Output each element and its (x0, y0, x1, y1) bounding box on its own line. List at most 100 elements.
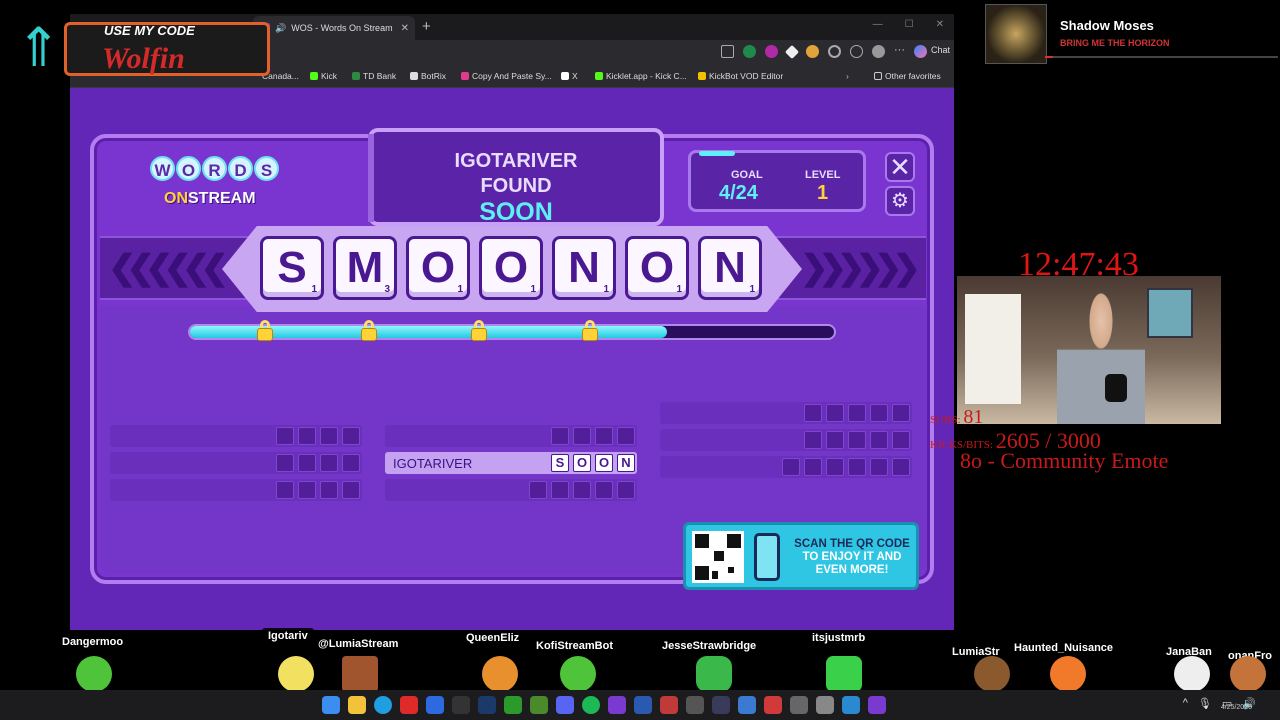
letter-tile: O1 (479, 236, 543, 300)
copy-paste-icon (461, 72, 469, 80)
qr-code-icon (692, 531, 744, 583)
edge-icon[interactable] (374, 696, 392, 714)
level-value: 1 (817, 182, 829, 204)
obs-icon[interactable] (712, 696, 730, 714)
code-label: USE MY CODE (104, 23, 195, 38)
taskbar-apps (322, 696, 886, 714)
app-icon[interactable] (816, 696, 834, 714)
tab-wos[interactable]: W 🔊 WOS - Words On Stream ✕ (253, 16, 415, 40)
taskbar-date: 4/25/2026 (1220, 704, 1252, 711)
found-word: SOON (479, 198, 553, 226)
found-word-user: IGOTARIVER (393, 456, 473, 471)
word-slot (660, 456, 912, 478)
app-icon[interactable] (634, 696, 652, 714)
extension-icon[interactable] (806, 45, 819, 58)
discord-icon[interactable] (556, 696, 574, 714)
word-slot (110, 452, 362, 474)
bookmark-item[interactable]: Copy And Paste Sy... (461, 71, 552, 81)
now-playing-artist: BRING ME THE HORIZON (1060, 38, 1170, 48)
microphone-icon (1105, 374, 1127, 402)
letter-tile: S1 (260, 236, 324, 300)
app-icon[interactable] (426, 696, 444, 714)
word-slot (110, 425, 362, 447)
app-icon[interactable] (868, 696, 886, 714)
hedgehog-avatar-icon (974, 656, 1010, 692)
bookmark-item[interactable]: X (561, 71, 578, 81)
kick-icon (310, 72, 318, 80)
found-word-slot: IGOTARIVER S O O N (385, 452, 637, 474)
letter-tile: N1 (552, 236, 616, 300)
extension-icon[interactable] (743, 45, 756, 58)
app-icon[interactable] (660, 696, 678, 714)
botrix-icon (410, 72, 418, 80)
vivaldi-icon[interactable] (400, 696, 418, 714)
favorites-icon[interactable] (850, 45, 863, 58)
bird-avatar-icon (342, 656, 378, 692)
epic-games-icon[interactable] (452, 696, 470, 714)
app-icon[interactable] (608, 696, 626, 714)
bookmark-item[interactable]: Kicklet.app - Kick C... (595, 71, 687, 81)
letter-tile: O1 (625, 236, 689, 300)
fox-avatar-icon (1230, 656, 1266, 692)
maximize-icon[interactable]: ☐ (905, 19, 914, 30)
phone-icon (754, 533, 780, 581)
windows-start-icon[interactable] (322, 696, 340, 714)
star-icon[interactable] (721, 45, 734, 58)
bookmark-item[interactable]: TD Bank (352, 71, 396, 81)
extension-icon[interactable] (784, 44, 800, 59)
window-controls: — ☐ ✕ (873, 19, 944, 30)
word-slot (660, 429, 912, 451)
xbox-icon[interactable] (504, 696, 522, 714)
toolbar-icons: ··· Chat (721, 44, 950, 59)
found-label: FOUND (480, 175, 552, 197)
goal-value: 4/24 (719, 182, 758, 204)
app-icon[interactable] (738, 696, 756, 714)
microphone-tray-icon[interactable]: 🎙 (1198, 697, 1212, 710)
letter-tile: O1 (406, 236, 470, 300)
chevron-up-icon[interactable]: ^ (1183, 697, 1188, 710)
bookmarks-overflow-icon[interactable]: › (846, 71, 849, 81)
word-slot (385, 425, 637, 447)
new-tab-button[interactable]: + (422, 18, 431, 35)
close-game-button[interactable]: ✕ (885, 152, 915, 182)
file-explorer-icon[interactable] (348, 696, 366, 714)
puzzle-icon[interactable] (828, 45, 841, 58)
bookmark-item[interactable]: BotRix (410, 71, 446, 81)
chatter-name: JesseStrawbridge (656, 638, 763, 654)
chevron-right-icon: ❯❯❯❯❯❯ (800, 249, 921, 287)
found-user: IGOTARIVER (454, 150, 578, 172)
spotify-icon[interactable] (582, 696, 600, 714)
lock-icon (471, 320, 487, 342)
close-tab-icon[interactable]: ✕ (401, 23, 409, 34)
word-slot (110, 479, 362, 501)
steam-icon[interactable] (478, 696, 496, 714)
song-progress (1045, 56, 1278, 58)
copilot-icon (914, 45, 927, 58)
level-label: LEVEL (805, 169, 841, 181)
arrow-logo-icon: ⇑ (16, 18, 62, 78)
td-icon (352, 72, 360, 80)
app-icon[interactable] (686, 696, 704, 714)
minimize-icon[interactable]: — (873, 19, 883, 30)
profile-icon[interactable] (872, 45, 885, 58)
other-favorites[interactable]: Other favorites (874, 71, 941, 81)
app-icon[interactable] (790, 696, 808, 714)
bookmark-item[interactable]: KickBot VOD Editor (698, 71, 783, 81)
minecraft-icon[interactable] (530, 696, 548, 714)
gear-icon[interactable]: ⚙ (885, 186, 915, 216)
close-window-icon[interactable]: ✕ (936, 19, 944, 30)
word-slot (660, 402, 912, 424)
level-progress-bar (188, 324, 836, 340)
extension-icon[interactable] (765, 45, 778, 58)
bookmark-item[interactable]: Kick (310, 71, 337, 81)
chatter-name: Igotariv (262, 628, 314, 644)
folder-icon (874, 72, 882, 80)
taskbar: ^ 🎙 ▭ 🔊 (0, 690, 1280, 720)
album-art (985, 4, 1047, 64)
copilot-chat-button[interactable]: Chat (914, 45, 950, 58)
speaker-icon[interactable]: 🔊 (275, 23, 286, 34)
app-icon[interactable] (764, 696, 782, 714)
more-icon[interactable]: ··· (894, 45, 905, 58)
app-icon[interactable] (842, 696, 860, 714)
kicklet-icon (595, 72, 603, 80)
